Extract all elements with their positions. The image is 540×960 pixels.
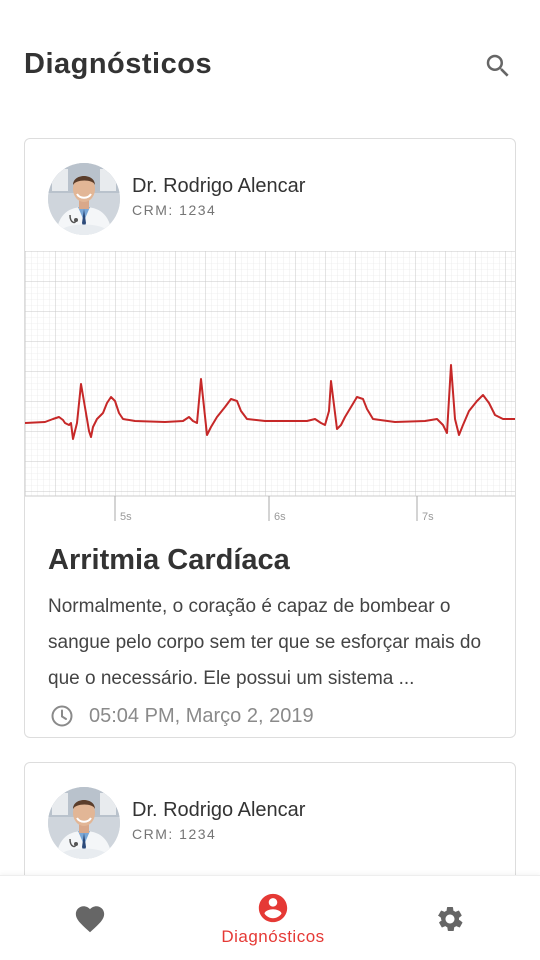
search-icon	[486, 54, 509, 77]
heart-icon	[75, 905, 105, 932]
bottom-navigation: Diagnósticos	[0, 875, 540, 960]
gear-icon	[437, 906, 463, 931]
doctor-avatar	[48, 787, 120, 859]
nav-diagnosticos[interactable]: Diagnósticos	[200, 876, 346, 960]
diagnosis-timestamp-row: 05:04 PM, Março 2, 2019	[48, 704, 314, 728]
nav-label: Diagnósticos	[221, 926, 325, 946]
diagnosis-description: Normalmente, o coração é capaz de bombea…	[48, 596, 482, 689]
page-title: Diagnósticos	[24, 48, 213, 80]
account-circle-icon	[258, 893, 288, 922]
clock-icon	[51, 705, 73, 727]
ecg-tick-label: 6s	[274, 511, 286, 523]
diagnosis-title: Arritmia Cardíaca	[48, 544, 290, 576]
doctor-avatar	[48, 163, 120, 235]
ecg-tick-label: 5s	[120, 511, 132, 523]
ecg-tick-label: 7s	[422, 511, 434, 523]
diagnosis-timestamp: 05:04 PM, Março 2, 2019	[89, 704, 314, 727]
app-header: Diagnósticos	[0, 0, 540, 130]
doctor-crm: CRM: 1234	[132, 826, 217, 842]
nav-favorites[interactable]	[40, 876, 140, 960]
doctor-name: Dr. Rodrigo Alencar	[132, 175, 306, 197]
diagnosis-card[interactable]: Dr. Rodrigo Alencar CRM: 1234 5s 6s 7s A…	[24, 138, 516, 738]
doctor-info: Dr. Rodrigo Alencar CRM: 1234	[25, 763, 515, 873]
diagnosis-feed[interactable]: Dr. Rodrigo Alencar CRM: 1234 5s 6s 7s A…	[0, 130, 540, 875]
diagnosis-card[interactable]: Dr. Rodrigo Alencar CRM: 1234	[24, 762, 516, 875]
search-button[interactable]	[480, 48, 516, 84]
doctor-name: Dr. Rodrigo Alencar	[132, 799, 306, 821]
doctor-info: Dr. Rodrigo Alencar CRM: 1234	[25, 139, 515, 249]
ecg-image: 5s 6s 7s	[25, 251, 515, 523]
doctor-crm: CRM: 1234	[132, 202, 217, 218]
nav-settings[interactable]	[400, 876, 500, 960]
